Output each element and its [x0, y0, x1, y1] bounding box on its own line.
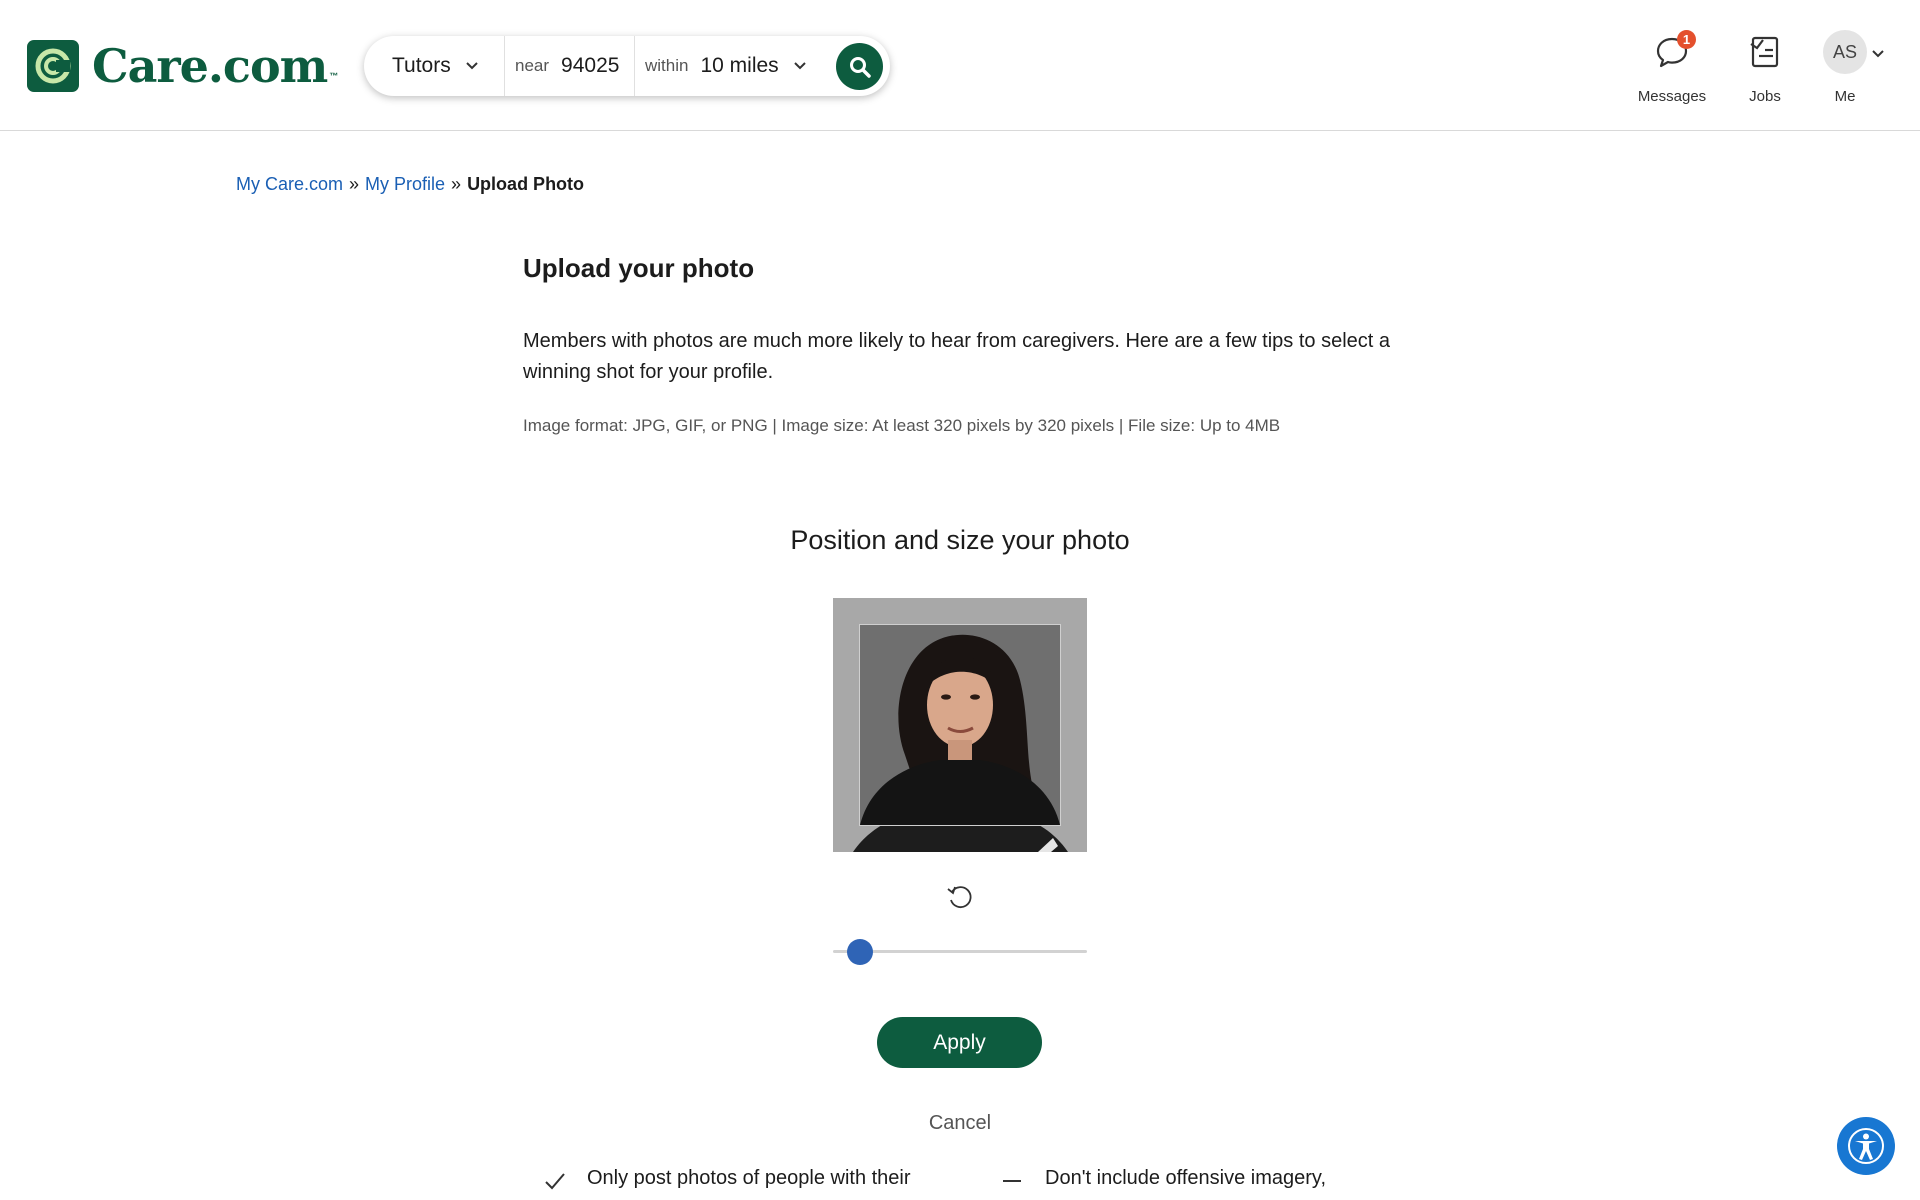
- cancel-link[interactable]: Cancel: [929, 1112, 991, 1134]
- zip-value: 94025: [561, 54, 620, 77]
- messages-badge: 1: [1677, 30, 1696, 49]
- search-icon: [849, 56, 871, 78]
- rotate-icon: [947, 886, 972, 909]
- service-select[interactable]: Tutors: [364, 36, 505, 96]
- breadcrumb-my-profile[interactable]: My Profile: [365, 174, 445, 194]
- breadcrumb-current: Upload Photo: [467, 174, 585, 194]
- tip-dont-text: Don't include offensive imagery,: [1045, 1167, 1327, 1189]
- chevron-down-icon: [466, 62, 478, 70]
- format-info: Image format: JPG, GIF, or PNG | Image s…: [523, 416, 1281, 435]
- distance-select[interactable]: within 10 miles: [635, 36, 835, 96]
- check-icon: [545, 1173, 565, 1190]
- chevron-down-icon: [794, 62, 806, 70]
- breadcrumb-separator: »: [451, 174, 462, 194]
- breadcrumb-my-care[interactable]: My Care.com: [236, 174, 343, 194]
- cancel-row: Cancel: [0, 1112, 1920, 1135]
- jobs-checklist-icon: [1750, 36, 1779, 68]
- search-bar: Tutors near 94025 within 10 miles: [364, 36, 890, 96]
- photo-editor[interactable]: [833, 598, 1087, 852]
- accessibility-icon: [1848, 1128, 1884, 1164]
- apply-button[interactable]: Apply: [877, 1017, 1042, 1068]
- profile-photo: [860, 625, 1060, 825]
- search-button[interactable]: [836, 43, 883, 90]
- breadcrumb: My Care.com» My Profile» Upload Photo: [236, 174, 584, 195]
- tip-do: Only post photos of people with their: [543, 1167, 911, 1193]
- near-label: near: [515, 56, 550, 75]
- minus-icon: [1003, 1180, 1021, 1182]
- tip-do-text: Only post photos of people with their: [587, 1167, 911, 1189]
- avatar: AS: [1823, 30, 1867, 74]
- breadcrumb-separator: »: [349, 174, 360, 194]
- intro-text: Members with photos are much more likely…: [523, 330, 1391, 383]
- logo-wordmark: Care.com ™: [92, 39, 338, 93]
- nav-jobs[interactable]: Jobs: [1740, 30, 1790, 105]
- distance-value: 10 miles: [700, 54, 779, 77]
- zip-field[interactable]: near 94025: [505, 36, 635, 96]
- care-logo-icon: [27, 40, 79, 92]
- page-title: Upload your photo: [523, 253, 755, 283]
- accessibility-button[interactable]: [1837, 1117, 1895, 1175]
- site-header: Care.com ™ Tutors near 94025 within 10 mi…: [0, 0, 1920, 131]
- service-value: Tutors: [392, 54, 451, 77]
- editor-title: Position and size your photo: [790, 525, 1130, 555]
- jobs-label: Jobs: [1749, 88, 1781, 105]
- tip-dont: Don't include offensive imagery,: [1001, 1167, 1326, 1193]
- zoom-slider[interactable]: [833, 938, 1087, 965]
- care-logo[interactable]: Care.com ™: [27, 39, 338, 93]
- rotate-button[interactable]: [945, 882, 975, 912]
- messages-label: Messages: [1637, 88, 1707, 105]
- nav-messages[interactable]: 1 Messages: [1632, 30, 1712, 105]
- zoom-slider-thumb[interactable]: [846, 939, 873, 965]
- within-label: within: [645, 56, 689, 75]
- chevron-down-icon[interactable]: [1870, 45, 1886, 61]
- photo-crop-area[interactable]: [859, 624, 1061, 826]
- nav-me[interactable]: AS Me: [1820, 30, 1870, 105]
- me-label: Me: [1834, 88, 1856, 105]
